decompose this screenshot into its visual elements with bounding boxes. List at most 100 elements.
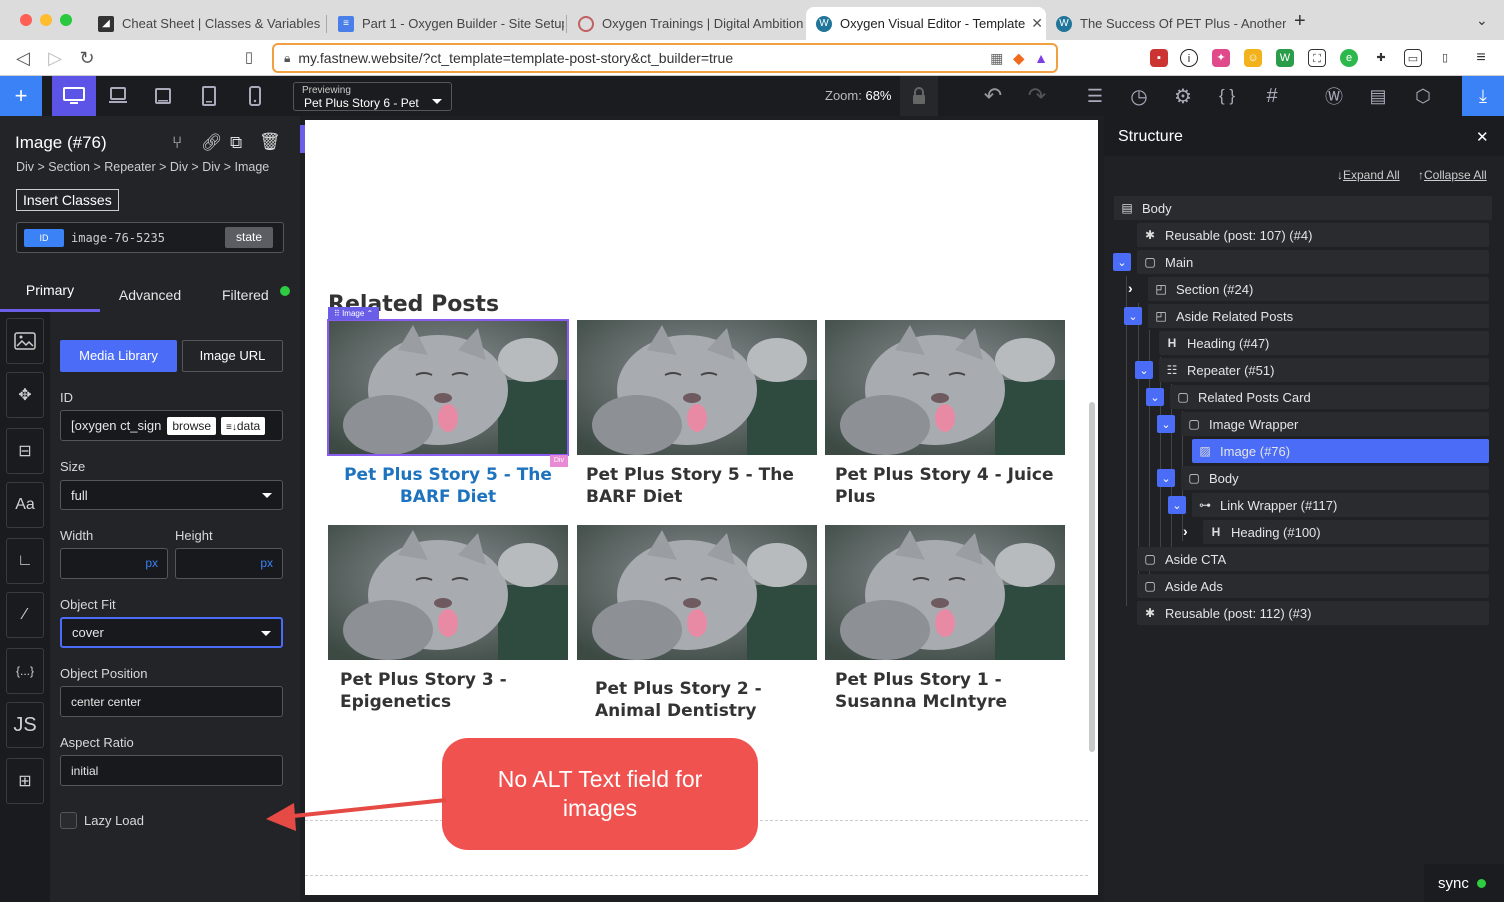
sync-status[interactable]: sync bbox=[1424, 864, 1504, 902]
card-title[interactable]: Pet Plus Story 1 - Susanna McIntyre bbox=[835, 669, 1063, 713]
structure-node[interactable]: ▨ Image (#76) bbox=[1192, 439, 1489, 463]
card-title[interactable]: Pet Plus Story 5 - The BARF Diet bbox=[586, 464, 814, 508]
qr-icon[interactable]: ▦ bbox=[990, 50, 1003, 67]
reload-icon[interactable]: ↻ bbox=[76, 47, 98, 69]
structure-node[interactable]: ▢ Body bbox=[1181, 466, 1489, 490]
structure-tree-icon[interactable]: ⑂ bbox=[172, 133, 182, 153]
desktop-view-icon[interactable] bbox=[52, 76, 96, 116]
back-icon[interactable]: ◁ bbox=[12, 47, 34, 69]
add-element-button[interactable]: + bbox=[0, 76, 42, 116]
selector-box[interactable]: ID image-76-5235 state bbox=[16, 222, 284, 253]
width-input[interactable]: px bbox=[60, 548, 168, 579]
zoom-window-button[interactable] bbox=[60, 14, 72, 26]
screenshot-icon[interactable]: ⛶ bbox=[1308, 49, 1326, 67]
collapse-node-toggle[interactable]: ⌄ bbox=[1135, 361, 1153, 379]
tablet-portrait-icon[interactable] bbox=[189, 76, 229, 116]
position-section-icon[interactable]: ✥ bbox=[6, 372, 44, 418]
undo-icon[interactable]: ↶ bbox=[972, 76, 1014, 116]
image-id-field[interactable]: [oxygen ct_sign browse ≡↓data bbox=[60, 410, 283, 441]
page-icon[interactable]: ▤ bbox=[1358, 76, 1398, 116]
structure-node[interactable]: ▢ Aside Ads bbox=[1137, 574, 1489, 598]
card-title[interactable]: Pet Plus Story 3 - Epigenetics bbox=[340, 669, 568, 713]
card-title[interactable]: Pet Plus Story 5 - The BARF Diet bbox=[328, 464, 568, 508]
previewing-select[interactable]: Previewing Pet Plus Story 6 - Pet bbox=[293, 82, 452, 111]
structure-node[interactable]: ◰ Section (#24) bbox=[1148, 277, 1489, 301]
height-input[interactable]: px bbox=[175, 548, 283, 579]
structure-node[interactable]: ☷ Repeater (#51) bbox=[1159, 358, 1489, 382]
collapse-node-toggle[interactable]: ⌄ bbox=[1168, 496, 1186, 514]
javascript-icon[interactable]: JS bbox=[6, 702, 44, 748]
history-icon[interactable]: ◷ bbox=[1119, 76, 1159, 116]
laptop-view-icon[interactable] bbox=[98, 76, 138, 116]
browser-tab-1[interactable]: ◢ Cheat Sheet | Classes & Variables | bbox=[88, 7, 324, 40]
puzzle-icon[interactable]: ✚ bbox=[1372, 49, 1390, 67]
typography-section-icon[interactable]: Aa bbox=[6, 482, 44, 528]
card-image[interactable]: ⠿ Image ⌃ Div bbox=[327, 307, 569, 467]
structure-node[interactable]: ▤ Body bbox=[1114, 196, 1492, 220]
aspect-ratio-input[interactable]: initial bbox=[60, 755, 283, 786]
browser-tab-5[interactable]: W The Success Of PET Plus - Another bbox=[1046, 7, 1286, 40]
object-position-input[interactable]: center center bbox=[60, 686, 283, 717]
structure-node[interactable]: ◰ Aside Related Posts bbox=[1148, 304, 1489, 328]
browser-tab-4-active[interactable]: W Oxygen Visual Editor - Template ✕ bbox=[806, 7, 1046, 40]
info-icon[interactable]: i bbox=[1180, 49, 1198, 67]
size-select[interactable]: full bbox=[60, 480, 283, 510]
new-tab-icon[interactable]: + bbox=[1294, 10, 1306, 33]
collapse-node-toggle[interactable]: ⌄ bbox=[1157, 469, 1175, 487]
collapse-node-toggle[interactable]: ⌄ bbox=[1113, 253, 1131, 271]
media-library-button[interactable]: Media Library bbox=[60, 340, 177, 372]
link-icon[interactable]: 🔗︎ bbox=[201, 133, 223, 153]
extension-4-icon[interactable]: W bbox=[1276, 49, 1294, 67]
tab-search-chevron-icon[interactable]: ⌄ bbox=[1476, 12, 1488, 29]
brave-rewards-icon[interactable]: ▲ bbox=[1034, 50, 1048, 66]
phone-view-icon[interactable] bbox=[235, 76, 275, 116]
forward-icon[interactable]: ▷ bbox=[44, 47, 66, 69]
structure-node[interactable]: ▢ Main bbox=[1137, 250, 1489, 274]
image-element-tag[interactable]: ⠿ Image ⌃ bbox=[328, 307, 380, 320]
tab-primary[interactable]: Primary bbox=[0, 278, 100, 312]
settings-gear-icon[interactable]: ⚙ bbox=[1163, 76, 1203, 116]
tablet-landscape-icon[interactable] bbox=[143, 76, 183, 116]
structure-node[interactable]: ✱ Reusable (post: 112) (#3) bbox=[1137, 601, 1489, 625]
structure-node[interactable]: ▢ Image Wrapper bbox=[1181, 412, 1489, 436]
expand-node-arrow-icon[interactable]: › bbox=[1128, 280, 1133, 296]
extension-2-icon[interactable]: ✦ bbox=[1212, 49, 1230, 67]
collapse-all-link[interactable]: ↑Collapse All bbox=[1418, 168, 1487, 182]
dynamic-data-button[interactable]: ≡↓data bbox=[221, 416, 266, 435]
card-image[interactable] bbox=[825, 525, 1065, 660]
effects-magic-icon[interactable]: ⁄ bbox=[6, 592, 44, 638]
state-button[interactable]: state bbox=[225, 227, 273, 248]
image-url-button[interactable]: Image URL bbox=[182, 340, 283, 372]
brave-shield-icon[interactable]: ◆ bbox=[1013, 50, 1024, 67]
html-attributes-icon[interactable]: ⊞ bbox=[6, 758, 44, 804]
canvas-scrollbar[interactable] bbox=[1089, 402, 1095, 752]
structure-icon[interactable]: ☰ bbox=[1075, 76, 1115, 116]
browser-tab-3[interactable]: Oxygen Trainings | Digital Ambition bbox=[568, 7, 804, 40]
redo-icon[interactable]: ↷ bbox=[1016, 76, 1058, 116]
close-window-button[interactable] bbox=[20, 14, 32, 26]
layout-section-icon[interactable]: ⊟ bbox=[6, 428, 44, 474]
save-download-icon[interactable]: ⤓ bbox=[1462, 76, 1504, 116]
wallet-icon[interactable]: ▭ bbox=[1404, 49, 1422, 67]
collapse-node-toggle[interactable]: ⌄ bbox=[1146, 388, 1164, 406]
selectors-hash-icon[interactable]: # bbox=[1251, 76, 1293, 116]
collapse-node-toggle[interactable]: ⌄ bbox=[1124, 307, 1142, 325]
object-fit-select[interactable]: cover bbox=[60, 617, 283, 648]
extension-1-icon[interactable]: ▪ bbox=[1150, 49, 1168, 67]
address-input[interactable]: 🔒︎ my.fastnew.website/?ct_template=templ… bbox=[272, 43, 1058, 73]
code-braces-icon[interactable]: { } bbox=[1207, 76, 1247, 116]
card-image[interactable] bbox=[577, 525, 817, 660]
height-unit[interactable]: px bbox=[260, 556, 273, 570]
sidebar-icon[interactable]: ▯ bbox=[1436, 49, 1454, 67]
structure-node[interactable]: ✱ Reusable (post: 107) (#4) bbox=[1137, 223, 1489, 247]
insert-classes-button[interactable]: Insert Classes bbox=[16, 189, 119, 211]
card-image[interactable] bbox=[328, 525, 568, 660]
tab-advanced[interactable]: Advanced bbox=[100, 278, 200, 312]
tab-filtered[interactable]: Filtered bbox=[222, 282, 269, 308]
collapse-node-toggle[interactable]: ⌄ bbox=[1157, 415, 1175, 433]
duplicate-icon[interactable]: ⧉ bbox=[230, 133, 242, 153]
lock-icon[interactable] bbox=[900, 76, 938, 116]
structure-node[interactable]: ▢ Related Posts Card bbox=[1170, 385, 1489, 409]
borders-section-icon[interactable]: ∟ bbox=[6, 538, 44, 584]
structure-node[interactable]: ⊶ Link Wrapper (#117) bbox=[1192, 493, 1489, 517]
